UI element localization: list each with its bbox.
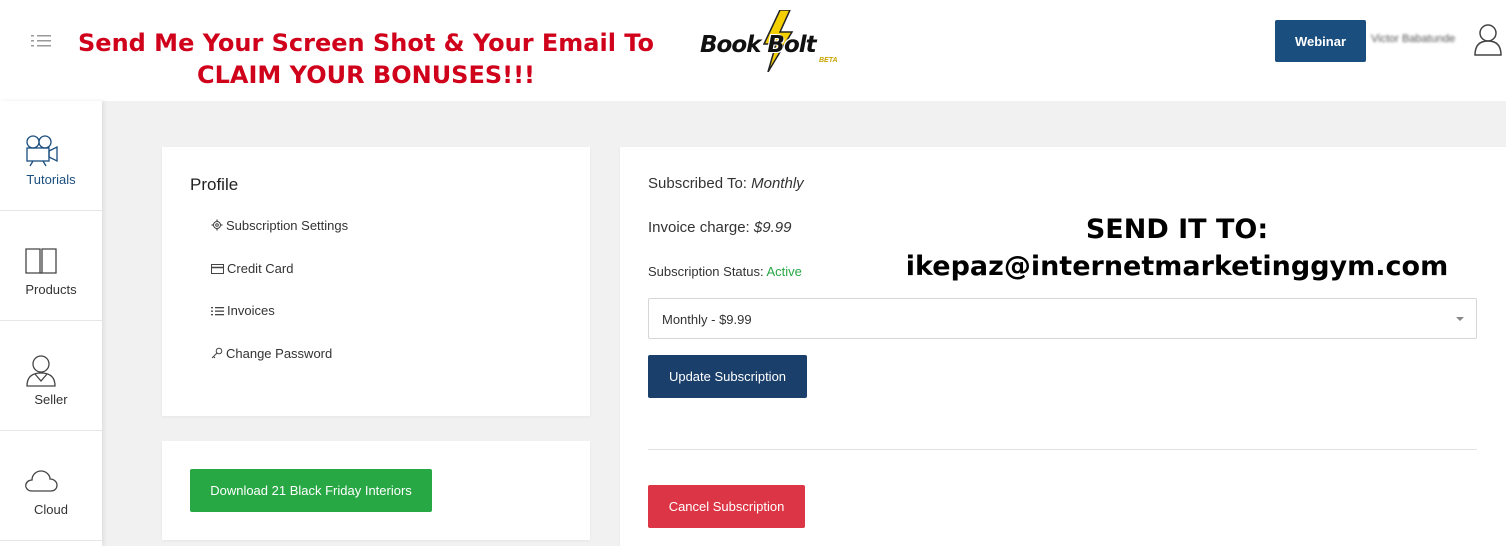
subscribed-to-label: Subscribed To:: [648, 175, 752, 192]
invoice-charge-label: Invoice charge:: [648, 219, 754, 236]
profile-link-label: Change Password: [226, 346, 333, 361]
user-avatar-icon[interactable]: [1473, 22, 1503, 56]
profile-card: Profile Subscription Settings Credit Car…: [162, 147, 590, 416]
invoice-charge-value: $9.99: [753, 219, 792, 236]
list-icon: [211, 307, 224, 316]
cloud-icon: [25, 470, 58, 492]
gear-icon: [211, 219, 223, 231]
promo-line-1: Send Me Your Screen Shot & Your Email To: [78, 29, 654, 57]
download-card: Download 21 Black Friday Interiors: [162, 441, 590, 540]
menu-icon[interactable]: [31, 34, 53, 48]
logo-text: Book Bolt: [700, 32, 817, 58]
username[interactable]: Victor Babatunde: [1371, 33, 1455, 45]
download-interiors-button[interactable]: Download 21 Black Friday Interiors: [190, 469, 432, 512]
profile-link-credit-card[interactable]: Credit Card: [211, 261, 293, 276]
update-subscription-button[interactable]: Update Subscription: [648, 355, 807, 398]
subscription-status-label: Subscription Status:: [648, 264, 767, 279]
book-icon: [25, 248, 57, 274]
profile-link-subscription-settings[interactable]: Subscription Settings: [211, 218, 348, 233]
profile-title: Profile: [190, 175, 239, 194]
seller-user-icon: [26, 355, 56, 387]
profile-link-invoices[interactable]: Invoices: [211, 303, 275, 318]
subscription-status-line: Subscription Status: Active: [648, 264, 802, 279]
logo-beta-badge: BETA: [819, 57, 838, 64]
profile-link-label: Credit Card: [227, 261, 294, 276]
sidebar-item-tutorials[interactable]: Tutorials: [0, 101, 102, 211]
subscription-card: Subscribed To: Monthly Invoice charge: $…: [620, 147, 1506, 546]
sidebar-item-cloud[interactable]: Cloud: [0, 431, 102, 541]
sidebar-item-seller[interactable]: Seller: [0, 321, 102, 431]
video-camera-icon: [26, 135, 58, 167]
book-bolt-logo[interactable]: Book Bolt BETA: [700, 10, 848, 72]
cancel-subscription-button[interactable]: Cancel Subscription: [648, 485, 805, 528]
sidebar-item-label: Products: [25, 282, 77, 297]
send-it-overlay: SEND IT TO: ikepaz@internetmarketinggym.…: [878, 212, 1476, 286]
sidebar: Tutorials Products Seller Cloud: [0, 101, 102, 546]
credit-card-icon: [211, 264, 224, 274]
sidebar-item-products[interactable]: Products: [0, 211, 102, 321]
invoice-charge-line: Invoice charge: $9.99: [648, 219, 791, 236]
profile-link-label: Subscription Settings: [226, 218, 349, 233]
chevron-down-icon: [1456, 317, 1464, 321]
key-icon: [211, 347, 223, 359]
plan-select[interactable]: Monthly - $9.99: [648, 298, 1477, 339]
plan-select-value: Monthly - $9.99: [662, 312, 752, 327]
sidebar-item-label: Seller: [34, 392, 68, 407]
subscription-status-value: Active: [766, 264, 802, 279]
profile-link-change-password[interactable]: Change Password: [211, 346, 332, 361]
sidebar-item-label: Tutorials: [26, 172, 76, 187]
send-it-title: SEND IT TO:: [1085, 214, 1269, 245]
promo-line-2: CLAIM YOUR BONUSES!!!: [197, 61, 535, 89]
profile-link-label: Invoices: [227, 303, 275, 318]
subscribed-to-line: Subscribed To: Monthly: [648, 175, 804, 192]
top-header: Send Me Your Screen Shot & Your Email To…: [0, 0, 1506, 101]
promo-banner: Send Me Your Screen Shot & Your Email To…: [56, 27, 676, 91]
subscribed-to-value: Monthly: [751, 175, 804, 192]
divider: [648, 449, 1477, 450]
sidebar-item-label: Cloud: [34, 502, 68, 517]
webinar-button[interactable]: Webinar: [1275, 20, 1366, 62]
send-it-email: ikepaz@internetmarketinggym.com: [905, 251, 1449, 282]
